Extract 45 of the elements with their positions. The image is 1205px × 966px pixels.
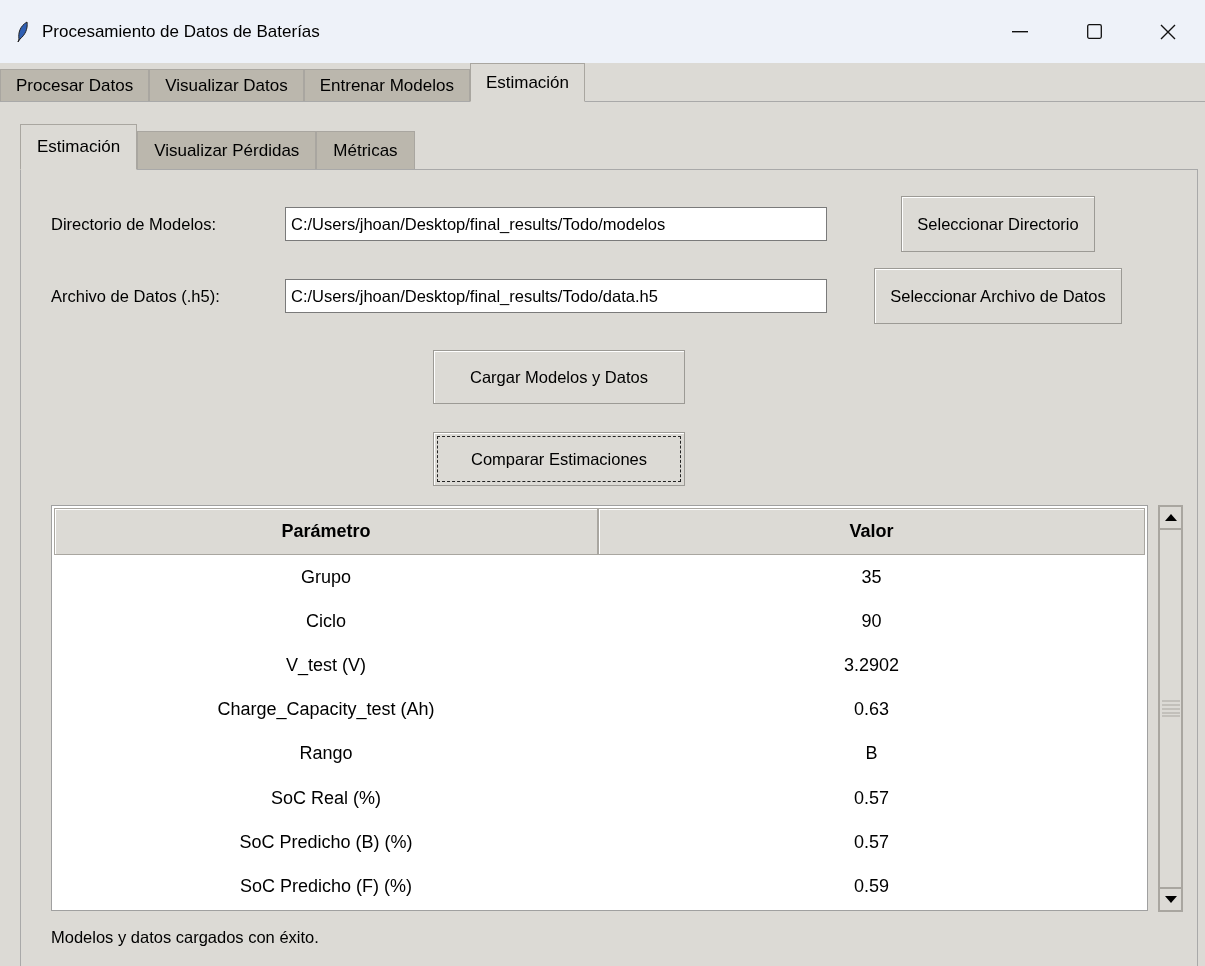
- tab[interactable]: Estimación: [20, 124, 138, 170]
- table-cell-text: Rango: [298, 742, 354, 766]
- table-cell-text: 3.2902: [842, 653, 901, 677]
- down-arrow-icon: [1164, 896, 1177, 903]
- table-cell-text: 0.63: [852, 698, 890, 722]
- table-cell-text: 35: [860, 565, 883, 589]
- field-label: Archivo de Datos (.h5):: [51, 286, 221, 306]
- tab[interactable]: Procesar Datos: [0, 69, 150, 101]
- maximize-icon: [1086, 24, 1102, 39]
- tab[interactable]: Métricas: [316, 131, 415, 169]
- table-cell-text: 90: [860, 609, 883, 633]
- table-cell-text: 0.59: [852, 874, 890, 898]
- table-cell-text: Grupo: [300, 565, 352, 589]
- table-cell-text: SoC Real (%): [270, 786, 382, 810]
- table-cell-text: 0.57: [852, 830, 890, 854]
- column-header[interactable]: Valor: [598, 508, 1145, 555]
- table-cell-text: SoC Predicho (B) (%): [238, 830, 414, 854]
- grip-icon: [1161, 700, 1180, 717]
- minimize-icon: [1012, 30, 1028, 33]
- field-label: Directorio de Modelos:: [51, 214, 218, 234]
- scroll-down-button[interactable]: [1159, 888, 1182, 911]
- scroll-up-button[interactable]: [1159, 506, 1182, 529]
- tab[interactable]: Visualizar Pérdidas: [137, 131, 317, 169]
- table-cell-text: SoC Predicho (F) (%): [238, 874, 413, 898]
- path-field[interactable]: C:/Users/jhoan/Desktop/final_results/Todo/data.h5: [285, 279, 827, 313]
- path-field[interactable]: C:/Users/jhoan/Desktop/final_results/Todo/modelos: [285, 207, 827, 241]
- select-button[interactable]: Seleccionar Archivo de Datos: [874, 268, 1122, 324]
- window-title: Procesamiento de Datos de Baterías: [42, 21, 321, 42]
- close-icon: [1160, 23, 1176, 40]
- table-cell-text: 0.57: [852, 786, 890, 810]
- scrollbar-thumb[interactable]: [1159, 529, 1182, 888]
- table-cell-text: Charge_Capacity_test (Ah): [216, 698, 436, 722]
- feather-icon: [17, 20, 29, 43]
- status-message: Modelos y datos cargados con éxito.: [51, 928, 320, 947]
- action-button[interactable]: Comparar Estimaciones: [433, 432, 685, 486]
- action-button[interactable]: Cargar Modelos y Datos: [433, 350, 685, 404]
- up-arrow-icon: [1164, 514, 1177, 521]
- table-cell-text: Ciclo: [305, 609, 347, 633]
- column-header[interactable]: Parámetro: [54, 508, 598, 555]
- table-cell-text: V_test (V): [285, 653, 367, 678]
- tab[interactable]: Visualizar Datos: [149, 69, 304, 101]
- select-button[interactable]: Seleccionar Directorio: [901, 196, 1095, 252]
- table-cell-text: B: [864, 742, 879, 766]
- tab[interactable]: Estimación: [469, 63, 586, 102]
- tab[interactable]: Entrenar Modelos: [303, 69, 470, 101]
